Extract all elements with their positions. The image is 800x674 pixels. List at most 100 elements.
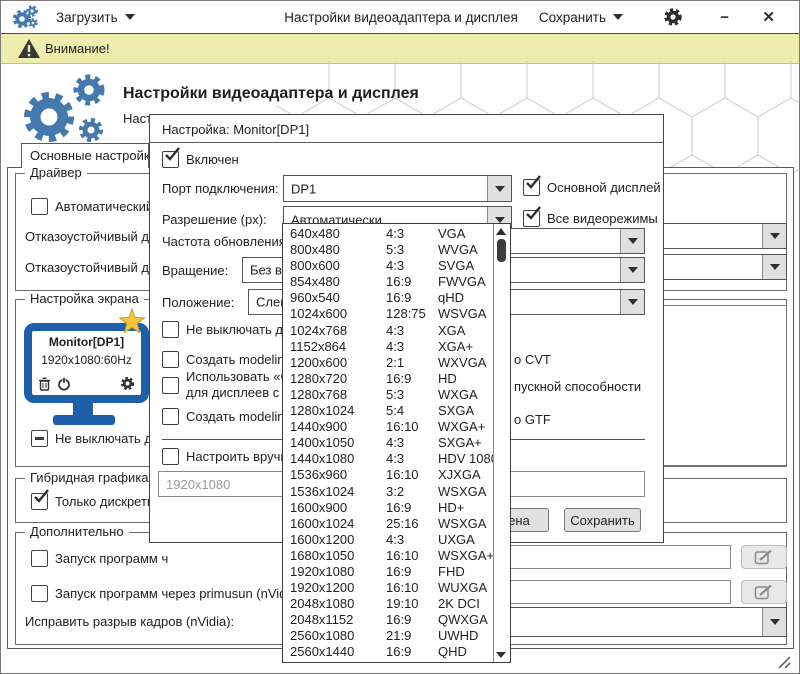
minimize-button[interactable]: − xyxy=(720,1,729,33)
resolution-option-ratio: 4:3 xyxy=(386,435,438,451)
dialog-title: Настройка: Monitor[DP1] xyxy=(162,122,309,137)
resolution-option[interactable]: 1600x1024 25:16 WSXGA xyxy=(283,516,493,532)
resolution-option-res: 854x480 xyxy=(283,274,386,290)
resolution-option[interactable]: 1280x1024 5:4 SXGA xyxy=(283,403,493,419)
resolution-option[interactable]: 1024x768 4:3 XGA xyxy=(283,323,493,339)
reduced-blanking-checkbox[interactable] xyxy=(162,377,179,394)
resolution-option[interactable]: 854x480 16:9 FWVGA xyxy=(283,274,493,290)
resolution-option[interactable]: 1152x864 4:3 XGA+ xyxy=(283,339,493,355)
resolution-option-res: 1280x1024 xyxy=(283,403,386,419)
resolution-option-res: 2048x1152 xyxy=(283,612,386,628)
resolution-option-ratio: 16:9 xyxy=(386,371,438,387)
manual-setup-checkbox[interactable] xyxy=(162,448,179,465)
resolution-option[interactable]: 1920x1080 16:9 FHD xyxy=(283,564,493,580)
refresh-rate-label: Частота обновления ( xyxy=(162,234,294,249)
resolution-option[interactable]: 1600x900 16:9 HD+ xyxy=(283,500,493,516)
discrete-only-checkbox[interactable] xyxy=(31,493,48,510)
resolution-option[interactable]: 800x600 4:3 SVGA xyxy=(283,258,493,274)
trash-icon[interactable] xyxy=(38,377,51,391)
dropdown-button[interactable] xyxy=(487,176,511,201)
primary-display-checkbox[interactable] xyxy=(523,179,540,196)
resolution-option[interactable]: 1536x960 16:10 XJXGA xyxy=(283,467,493,483)
save-button-label: Сохранить xyxy=(570,513,635,528)
tab-main-settings[interactable]: Основные настройки xyxy=(21,143,149,168)
resolution-option-ratio: 4:3 xyxy=(386,339,438,355)
run-programs-checkbox-1[interactable] xyxy=(31,550,48,567)
save-menu-button[interactable]: Сохранить xyxy=(539,1,623,33)
resolution-option[interactable]: 1440x900 16:10 WXGA+ xyxy=(283,419,493,435)
save-button[interactable]: Сохранить xyxy=(564,508,641,532)
dropdown-button[interactable] xyxy=(620,290,644,314)
monitor-stand-base xyxy=(53,415,115,425)
resolution-option[interactable]: 960x540 16:9 qHD xyxy=(283,290,493,306)
resolution-option[interactable]: 2560x1440 16:9 QHD xyxy=(283,644,493,660)
resolution-option[interactable]: 1400x1050 4:3 SXGA+ xyxy=(283,435,493,451)
resolution-option-name: UXGA xyxy=(438,532,493,548)
resolution-option[interactable]: 800x480 5:3 WVGA xyxy=(283,242,493,258)
monitor-mode: 1920x1080:60Hz xyxy=(32,353,141,367)
all-video-modes-checkbox[interactable] xyxy=(523,210,540,227)
warning-banner[interactable]: Внимание! xyxy=(1,34,800,64)
resolution-option-name: SXGA xyxy=(438,403,493,419)
cvt-modeline-checkbox[interactable] xyxy=(162,351,179,368)
resolution-option[interactable]: 1280x720 16:9 HD xyxy=(283,371,493,387)
resolution-option[interactable]: 1024x600 128:75 WSVGA xyxy=(283,306,493,322)
port-select[interactable]: DP1 xyxy=(283,175,512,202)
resolution-option-list: 640x480 4:3 VGA 800x480 5:3 WVGA 800x600… xyxy=(283,224,493,662)
run-programs-checkbox-2[interactable] xyxy=(31,585,48,602)
edit-button-1[interactable] xyxy=(741,545,787,569)
page-title: Настройки видеоадаптера и дисплея xyxy=(123,85,419,103)
close-button[interactable]: ✕ xyxy=(762,1,775,33)
resolution-option[interactable]: 1280x768 5:3 WXGA xyxy=(283,387,493,403)
caret-down-icon xyxy=(770,619,780,625)
settings-gear-button[interactable] xyxy=(663,1,683,33)
gear-icon[interactable] xyxy=(120,376,135,391)
scroll-down-icon[interactable] xyxy=(496,652,506,658)
dropdown-button[interactable] xyxy=(762,255,786,279)
dialog-title-separator xyxy=(150,142,663,143)
resolution-option-name: XGA xyxy=(438,323,493,339)
resolution-option[interactable]: 2048x1152 16:9 QWXGA xyxy=(283,612,493,628)
dropdown-button[interactable] xyxy=(620,229,644,253)
pencil-edit-icon xyxy=(754,584,774,600)
port-label: Порт подключения: xyxy=(162,181,279,196)
caret-down-icon xyxy=(613,14,623,20)
resolution-option-res: 2560x1080 xyxy=(283,628,386,644)
edit-button-2[interactable] xyxy=(741,580,787,604)
dropdown-button[interactable] xyxy=(762,608,786,636)
power-icon[interactable] xyxy=(57,377,71,391)
keep-display-on-checkbox[interactable] xyxy=(31,430,48,447)
page-subtitle: Наст xyxy=(123,111,152,126)
resolution-option[interactable]: 1680x1050 16:10 WSXGA+ xyxy=(283,548,493,564)
resolution-option-ratio: 5:3 xyxy=(386,387,438,403)
resolution-option[interactable]: 1200x600 2:1 WXVGA xyxy=(283,355,493,371)
resolution-option[interactable]: 2560x1080 21:9 UWHD xyxy=(283,628,493,644)
dlg-keep-display-on-checkbox[interactable] xyxy=(162,321,179,338)
resolution-option-name: qHD xyxy=(438,290,493,306)
resolution-option-ratio: 4:3 xyxy=(386,323,438,339)
resolution-option-name: HD+ xyxy=(438,500,493,516)
auto-driver-checkbox[interactable] xyxy=(31,198,48,215)
scroll-up-icon[interactable] xyxy=(496,228,506,235)
resolution-option[interactable]: 1536x1024 3:2 WSXGA xyxy=(283,484,493,500)
gtf-modeline-checkbox[interactable] xyxy=(162,408,179,425)
resolution-option[interactable]: 1600x1200 4:3 UXGA xyxy=(283,532,493,548)
scrollbar-thumb[interactable] xyxy=(497,239,506,262)
resolution-option[interactable]: 640x480 4:3 VGA xyxy=(283,226,493,242)
resolution-option[interactable]: 1440x1080 4:3 HDV 1080i xyxy=(283,451,493,467)
popup-scrollbar[interactable] xyxy=(493,224,510,662)
dropdown-button[interactable] xyxy=(620,258,644,282)
resolution-option-res: 2560x1440 xyxy=(283,644,386,660)
resolution-option[interactable]: 1920x1200 16:10 WUXGA xyxy=(283,580,493,596)
tab-main-settings-label: Основные настройки xyxy=(30,148,149,163)
dropdown-button[interactable] xyxy=(762,224,786,248)
resolution-option-name: SVGA xyxy=(438,258,493,274)
load-menu-button[interactable]: Загрузить xyxy=(56,1,135,33)
run-programs-label-2: Запуск программ через primusun (nVidia) xyxy=(55,586,301,601)
resolution-option[interactable]: 2048x1080 19:10 2K DCI xyxy=(283,596,493,612)
resize-grip[interactable] xyxy=(771,653,793,670)
save-menu-label: Сохранить xyxy=(539,10,606,25)
reduced-blanking-label-end: пускной способности xyxy=(514,379,641,394)
enabled-checkbox[interactable] xyxy=(162,151,179,168)
resolution-option-name: VGA xyxy=(438,226,493,242)
